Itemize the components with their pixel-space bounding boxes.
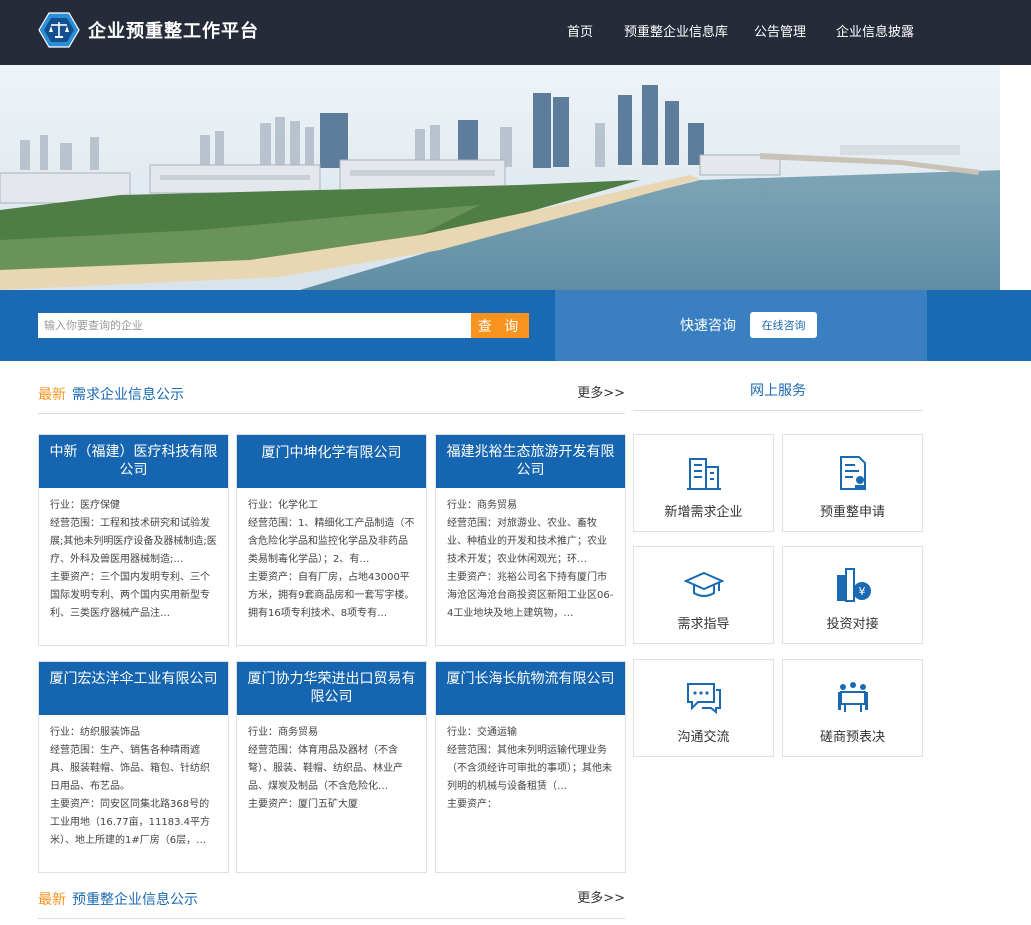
- enterprise-card[interactable]: 厦门长海长航物流有限公司 行业：交通运输 经营范围：其他未列明运输代理业务（不含…: [435, 661, 626, 873]
- service-demand-guidance[interactable]: 需求指导: [633, 546, 774, 644]
- building-icon: [687, 458, 721, 490]
- svg-text:¥: ¥: [859, 585, 866, 598]
- enterprise-card[interactable]: 厦门中坤化学有限公司 行业：化学化工 经营范围：1、精细化工产品制造（不含危险化…: [236, 434, 427, 646]
- enterprise-card[interactable]: 厦门协力华荣进出口贸易有限公司 行业：商务贸易 经营范围：体育用品及器材（不含弩…: [236, 661, 427, 873]
- service-label: 沟通交流: [677, 730, 730, 745]
- enterprise-card[interactable]: 福建兆裕生态旅游开发有限公司 行业：商务贸易 经营范围：对旅游业、农业、畜牧业、…: [435, 434, 626, 646]
- card-industry: 行业：医疗保健: [50, 500, 120, 511]
- card-title: 厦门长海长航物流有限公司: [436, 662, 625, 715]
- online-services-header: 网上服务: [633, 380, 923, 411]
- enterprise-search-input[interactable]: [38, 313, 471, 338]
- quick-consult-label: 快速咨询: [680, 318, 736, 334]
- service-label: 预重整申请: [819, 505, 885, 520]
- service-label: 投资对接: [826, 617, 879, 632]
- chat-bubble-icon: [687, 683, 721, 715]
- online-services-title: 网上服务: [750, 383, 806, 399]
- nav-enterprise-database[interactable]: 预重整企业信息库: [624, 21, 728, 40]
- graduation-cap-icon: [684, 571, 724, 597]
- section-title: 预重整企业信息公示: [72, 892, 198, 908]
- service-investment-matching[interactable]: ¥ 投资对接: [782, 546, 923, 644]
- meeting-icon: [838, 682, 868, 712]
- card-title: 厦门协力华荣进出口贸易有限公司: [237, 662, 426, 715]
- section-title: 需求企业信息公示: [72, 387, 184, 403]
- card-scope: 经营范围：工程和技术研究和试验发展;其他未列明医疗设备及器械制造;医疗、外科及兽…: [50, 518, 217, 565]
- card-assets: 主要资产：自有厂房，占地43000平方米，拥有9套商品房和一套写字楼。拥有16项…: [248, 572, 415, 619]
- nav-information-disclosure[interactable]: 企业信息披露: [836, 21, 914, 40]
- service-label: 磋商预表决: [819, 730, 885, 745]
- service-new-demand-enterprise[interactable]: 新增需求企业: [633, 434, 774, 532]
- enterprise-card[interactable]: 厦门宏达洋伞工业有限公司 行业：纺织服装饰品 经营范围：生产、销售各种晴雨遮具、…: [38, 661, 229, 873]
- right-band-block: [927, 290, 1031, 361]
- investment-yen-icon: ¥: [837, 568, 871, 602]
- top-header: 企业预重整工作平台 首页 预重整企业信息库 公告管理 企业信息披露: [0, 0, 1031, 65]
- city-banner-image: [0, 65, 1005, 290]
- demand-enterprise-section-header: 最新 需求企业信息公示 更多>>: [38, 384, 625, 414]
- card-assets: 主要资产：厦门五矿大厦: [248, 799, 358, 810]
- card-industry: 行业：纺织服装饰品: [50, 727, 140, 738]
- latest-tag: 最新: [38, 892, 66, 908]
- nav-announcement-management[interactable]: 公告管理: [754, 21, 806, 40]
- document-stamp-icon: [840, 456, 866, 490]
- card-industry: 行业：化学化工: [248, 500, 318, 511]
- online-consult-button[interactable]: 在线咨询: [750, 312, 817, 338]
- card-scope: 经营范围：其他未列明运输代理业务（不含须经许可审批的事项）；其他未列明的机械与设…: [447, 745, 612, 792]
- enterprise-card[interactable]: 中新（福建）医疗科技有限公司 行业：医疗保健 经营范围：工程和技术研究和试验发展…: [38, 434, 229, 646]
- latest-tag: 最新: [38, 387, 66, 403]
- more-link[interactable]: 更多>>: [577, 887, 625, 906]
- card-scope: 经营范围：体育用品及器材（不含弩）、服装、鞋帽、纺织品、林业产品、煤炭及制品（不…: [248, 745, 403, 792]
- card-assets: 主要资产：同安区同集北路368号的工业用地（16.77亩，11183.4平方米）…: [50, 799, 210, 846]
- card-assets: 主要资产：: [447, 799, 497, 810]
- card-assets: 主要资产：兆裕公司名下持有厦门市海沧区海沧台商投资区新阳工业区06-4工业地块及…: [447, 572, 614, 619]
- card-industry: 行业：商务贸易: [447, 500, 517, 511]
- service-pre-reorganization-application[interactable]: 预重整申请: [782, 434, 923, 532]
- service-label: 新增需求企业: [664, 505, 743, 520]
- card-title: 福建兆裕生态旅游开发有限公司: [436, 435, 625, 488]
- card-industry: 行业：商务贸易: [248, 727, 318, 738]
- service-label: 需求指导: [677, 617, 730, 632]
- service-negotiation-pre-vote[interactable]: 磋商预表决: [782, 659, 923, 757]
- pre-reorganization-section-header: 最新 预重整企业信息公示 更多>>: [38, 889, 625, 919]
- card-scope: 经营范围：对旅游业、农业、畜牧业、种植业的开发和技术推广；农业技术开发；农业休闲…: [447, 518, 607, 565]
- card-title: 厦门宏达洋伞工业有限公司: [39, 662, 228, 715]
- quick-consult-band: 快速咨询 在线咨询: [555, 290, 927, 361]
- main-nav: 首页 预重整企业信息库 公告管理 企业信息披露: [0, 21, 1031, 41]
- service-communication[interactable]: 沟通交流: [633, 659, 774, 757]
- card-scope: 经营范围：1、精细化工产品制造（不含危险化学品和监控化学品及非药品类易制毒化学品…: [248, 518, 415, 565]
- card-scope: 经营范围：生产、销售各种晴雨遮具、服装鞋帽、饰品、箱包、针纺织日用品、布艺品。: [50, 745, 210, 792]
- more-link[interactable]: 更多>>: [577, 382, 625, 401]
- search-band: 查 询: [0, 290, 555, 361]
- nav-home[interactable]: 首页: [567, 21, 593, 40]
- card-title: 厦门中坤化学有限公司: [237, 435, 426, 488]
- card-title: 中新（福建）医疗科技有限公司: [39, 435, 228, 488]
- search-button[interactable]: 查 询: [471, 313, 529, 338]
- card-industry: 行业：交通运输: [447, 727, 517, 738]
- card-assets: 主要资产：三个国内发明专利、三个国际发明专利、两个国内实用新型专利、三类医疗器械…: [50, 572, 210, 619]
